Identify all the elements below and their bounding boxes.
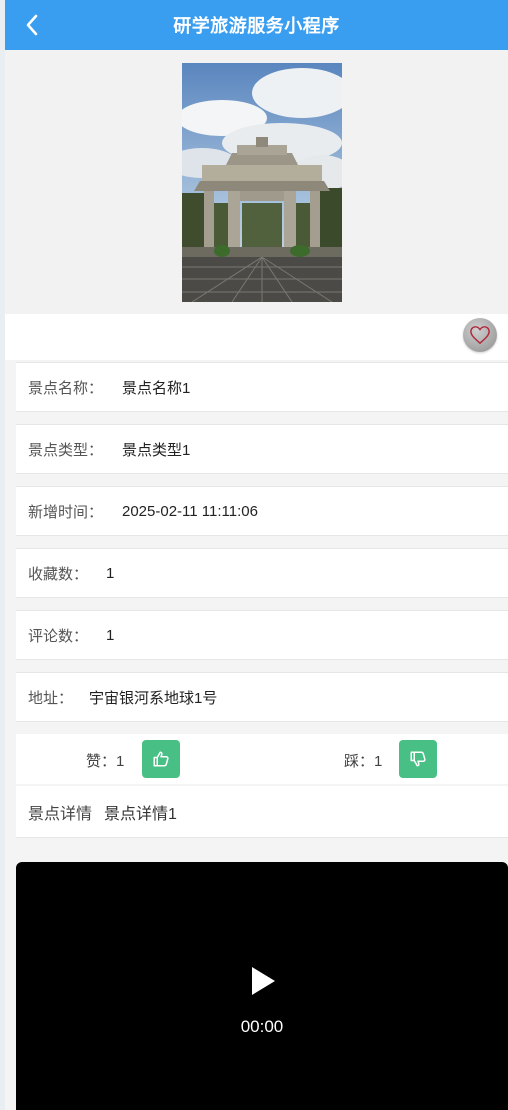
back-button[interactable] [19,10,45,40]
detail-label: 景点详情 [28,805,93,823]
comment-count-value: 1 [106,626,115,644]
name-row: 景点名称： 景点名称1 [16,362,508,412]
detail-row: 景点详情 景点详情1 [16,786,508,838]
type-label: 景点类型： [28,441,104,459]
like-button[interactable] [142,740,180,778]
thumbs-down-icon [410,751,426,767]
comment-count-label: 评论数： [28,627,89,645]
comment-count-row: 评论数： 1 [16,610,508,660]
like-value: 1 [116,753,125,770]
address-row: 地址： 宇宙银河系地球1号 [16,672,508,722]
time-row: 新增时间： 2025-02-11 11:11:06 [16,486,508,536]
like-label: 赞： [86,753,117,770]
hero-section [5,50,508,314]
dislike-value: 1 [374,753,383,770]
type-row: 景点类型： 景点类型1 [16,424,508,474]
back-arrow-icon [26,14,38,36]
video-time: 00:00 [240,1017,284,1036]
detail-value: 景点详情1 [104,805,177,823]
type-value: 景点类型1 [122,441,191,459]
favorite-bar [5,314,508,360]
address-value: 宇宙银河系地球1号 [89,689,218,707]
favorite-count-row: 收藏数： 1 [16,548,508,598]
favorite-button[interactable] [463,318,497,352]
name-value: 景点名称1 [122,379,191,397]
dislike-count: 踩：1 [344,750,382,771]
attraction-photo [182,63,342,302]
favorite-count-label: 收藏数： [28,565,89,583]
time-label: 新增时间： [28,503,104,521]
favorite-count-value: 1 [106,564,115,582]
dislike-label: 踩： [344,753,375,770]
play-icon[interactable] [250,966,276,996]
vote-row: 赞：1 踩：1 [16,734,508,784]
top-nav-bar: 研学旅游服务小程序 [5,0,508,50]
address-label: 地址： [28,689,74,707]
like-count: 赞：1 [86,750,124,771]
heart-icon [470,326,490,345]
time-value: 2025-02-11 11:11:06 [122,502,258,520]
video-player[interactable]: 00:00 [16,862,508,1110]
page-title: 研学旅游服务小程序 [173,16,340,36]
name-label: 景点名称： [28,379,104,397]
dislike-button[interactable] [399,740,437,778]
thumbs-up-icon [153,751,169,767]
